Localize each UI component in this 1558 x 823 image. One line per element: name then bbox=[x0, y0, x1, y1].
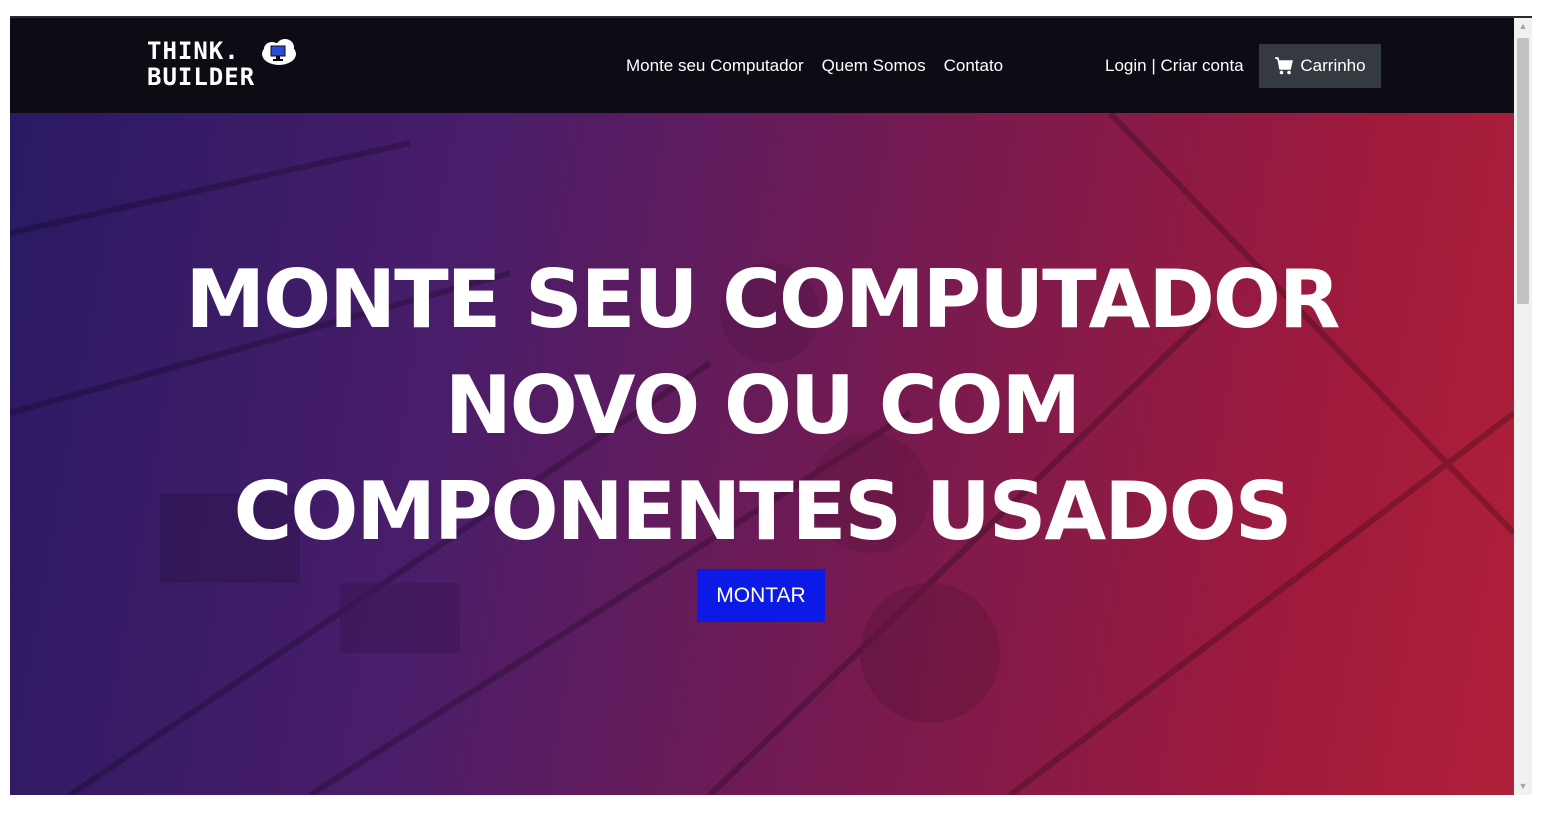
hero-title: MONTE SEU COMPUTADOR NOVO OU COM COMPONE… bbox=[10, 247, 1514, 565]
auth-separator: | bbox=[1151, 56, 1156, 75]
nav-link-monte[interactable]: Monte seu Computador bbox=[626, 56, 804, 76]
main-nav: Monte seu Computador Quem Somos Contato bbox=[626, 56, 1003, 76]
cart-button[interactable]: Carrinho bbox=[1259, 44, 1381, 88]
login-link[interactable]: Login bbox=[1105, 56, 1147, 75]
scroll-up-arrow-icon[interactable]: ▲ bbox=[1514, 18, 1532, 35]
window-left-frame bbox=[0, 0, 10, 823]
scroll-down-arrow-icon[interactable]: ▼ bbox=[1514, 778, 1532, 795]
scroll-thumb[interactable] bbox=[1517, 38, 1529, 304]
cloud-monitor-icon bbox=[262, 39, 296, 65]
window-right-frame bbox=[1532, 0, 1558, 823]
montar-button[interactable]: MONTAR bbox=[697, 569, 825, 622]
hero-title-line3: COMPONENTES USADOS bbox=[233, 464, 1293, 558]
auth-links: Login | Criar conta bbox=[1105, 56, 1244, 76]
hero-banner: MONTE SEU COMPUTADOR NOVO OU COM COMPONE… bbox=[10, 113, 1514, 795]
nav-link-contato[interactable]: Contato bbox=[944, 56, 1004, 76]
top-navbar: THINK. BUILDER Monte seu Computador Quem… bbox=[10, 18, 1514, 113]
hero-title-line1: MONTE SEU COMPUTADOR bbox=[185, 252, 1341, 346]
cart-label: Carrinho bbox=[1300, 56, 1366, 75]
signup-link[interactable]: Criar conta bbox=[1161, 56, 1244, 75]
site-logo[interactable]: THINK. BUILDER bbox=[147, 38, 307, 98]
cart-icon bbox=[1275, 57, 1294, 75]
hero-title-line2: NOVO OU COM bbox=[444, 358, 1081, 452]
nav-link-quem-somos[interactable]: Quem Somos bbox=[822, 56, 926, 76]
vertical-scrollbar[interactable]: ▲ ▼ bbox=[1514, 18, 1532, 795]
browser-viewport: THINK. BUILDER Monte seu Computador Quem… bbox=[10, 18, 1532, 795]
